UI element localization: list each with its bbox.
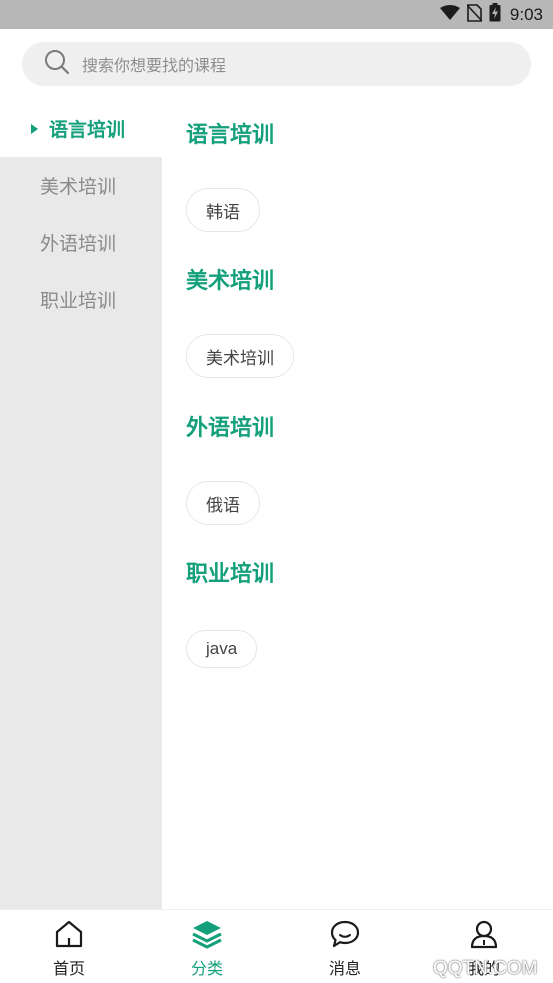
watermark-text: QQTN.COM xyxy=(433,958,538,979)
home-icon xyxy=(54,919,84,953)
user-icon xyxy=(469,919,499,953)
sidebar-item-language-training[interactable]: 语言培训 xyxy=(0,100,162,157)
layers-icon xyxy=(191,919,223,953)
sidebar-item-label: 语言培训 xyxy=(49,119,126,141)
section-title: 职业培训 xyxy=(186,562,275,587)
tab-category[interactable]: 分类 xyxy=(138,910,276,983)
sidebar-item-label: 美术培训 xyxy=(40,176,117,198)
tab-messages[interactable]: 消息 xyxy=(276,910,414,983)
tab-label: 首页 xyxy=(52,959,85,978)
sidebar-item-label: 职业培训 xyxy=(40,290,117,312)
section-title: 美术培训 xyxy=(186,269,275,294)
sidebar-item-art-training[interactable]: 美术培训 xyxy=(0,157,162,214)
search-placeholder: 搜索你想要找的课程 xyxy=(82,56,227,75)
chat-bubble-icon xyxy=(329,919,361,953)
tab-label: 消息 xyxy=(328,959,361,978)
category-sidebar: 语言培训 美术培训 外语培训 职业培训 xyxy=(0,100,162,910)
sidebar-item-label: 外语培训 xyxy=(40,233,117,255)
tag-korean[interactable]: 韩语 xyxy=(186,188,260,232)
no-sim-icon xyxy=(466,3,483,26)
sidebar-item-vocational-training[interactable]: 职业培训 xyxy=(0,271,162,328)
active-indicator-arrow-icon xyxy=(31,123,38,134)
category-content: 语言培训 韩语 美术培训 美术培训 外语培训 俄语 职业培训 java xyxy=(162,100,553,910)
tab-label: 分类 xyxy=(190,959,223,978)
status-icons: 9:03 xyxy=(439,0,543,29)
section-foreign-language-training: 外语培训 俄语 xyxy=(186,411,275,525)
section-title: 外语培训 xyxy=(186,416,275,441)
status-time: 9:03 xyxy=(509,4,543,24)
battery-charging-icon xyxy=(489,3,501,26)
wifi-icon xyxy=(439,4,460,25)
search-bar[interactable]: 搜索你想要找的课程 xyxy=(22,42,531,86)
tag-russian[interactable]: 俄语 xyxy=(186,481,260,525)
tag-art-training[interactable]: 美术培训 xyxy=(186,334,294,378)
tag-java[interactable]: java xyxy=(186,630,258,668)
section-language-training: 语言培训 韩语 xyxy=(186,118,275,232)
tab-home[interactable]: 首页 xyxy=(0,910,138,983)
section-title: 语言培训 xyxy=(186,123,275,148)
section-art-training: 美术培训 美术培训 xyxy=(186,264,294,378)
section-vocational-training: 职业培训 java xyxy=(186,557,275,668)
sidebar-item-foreign-language-training[interactable]: 外语培训 xyxy=(0,214,162,271)
status-bar: 9:03 xyxy=(0,0,553,29)
search-icon xyxy=(44,49,70,79)
